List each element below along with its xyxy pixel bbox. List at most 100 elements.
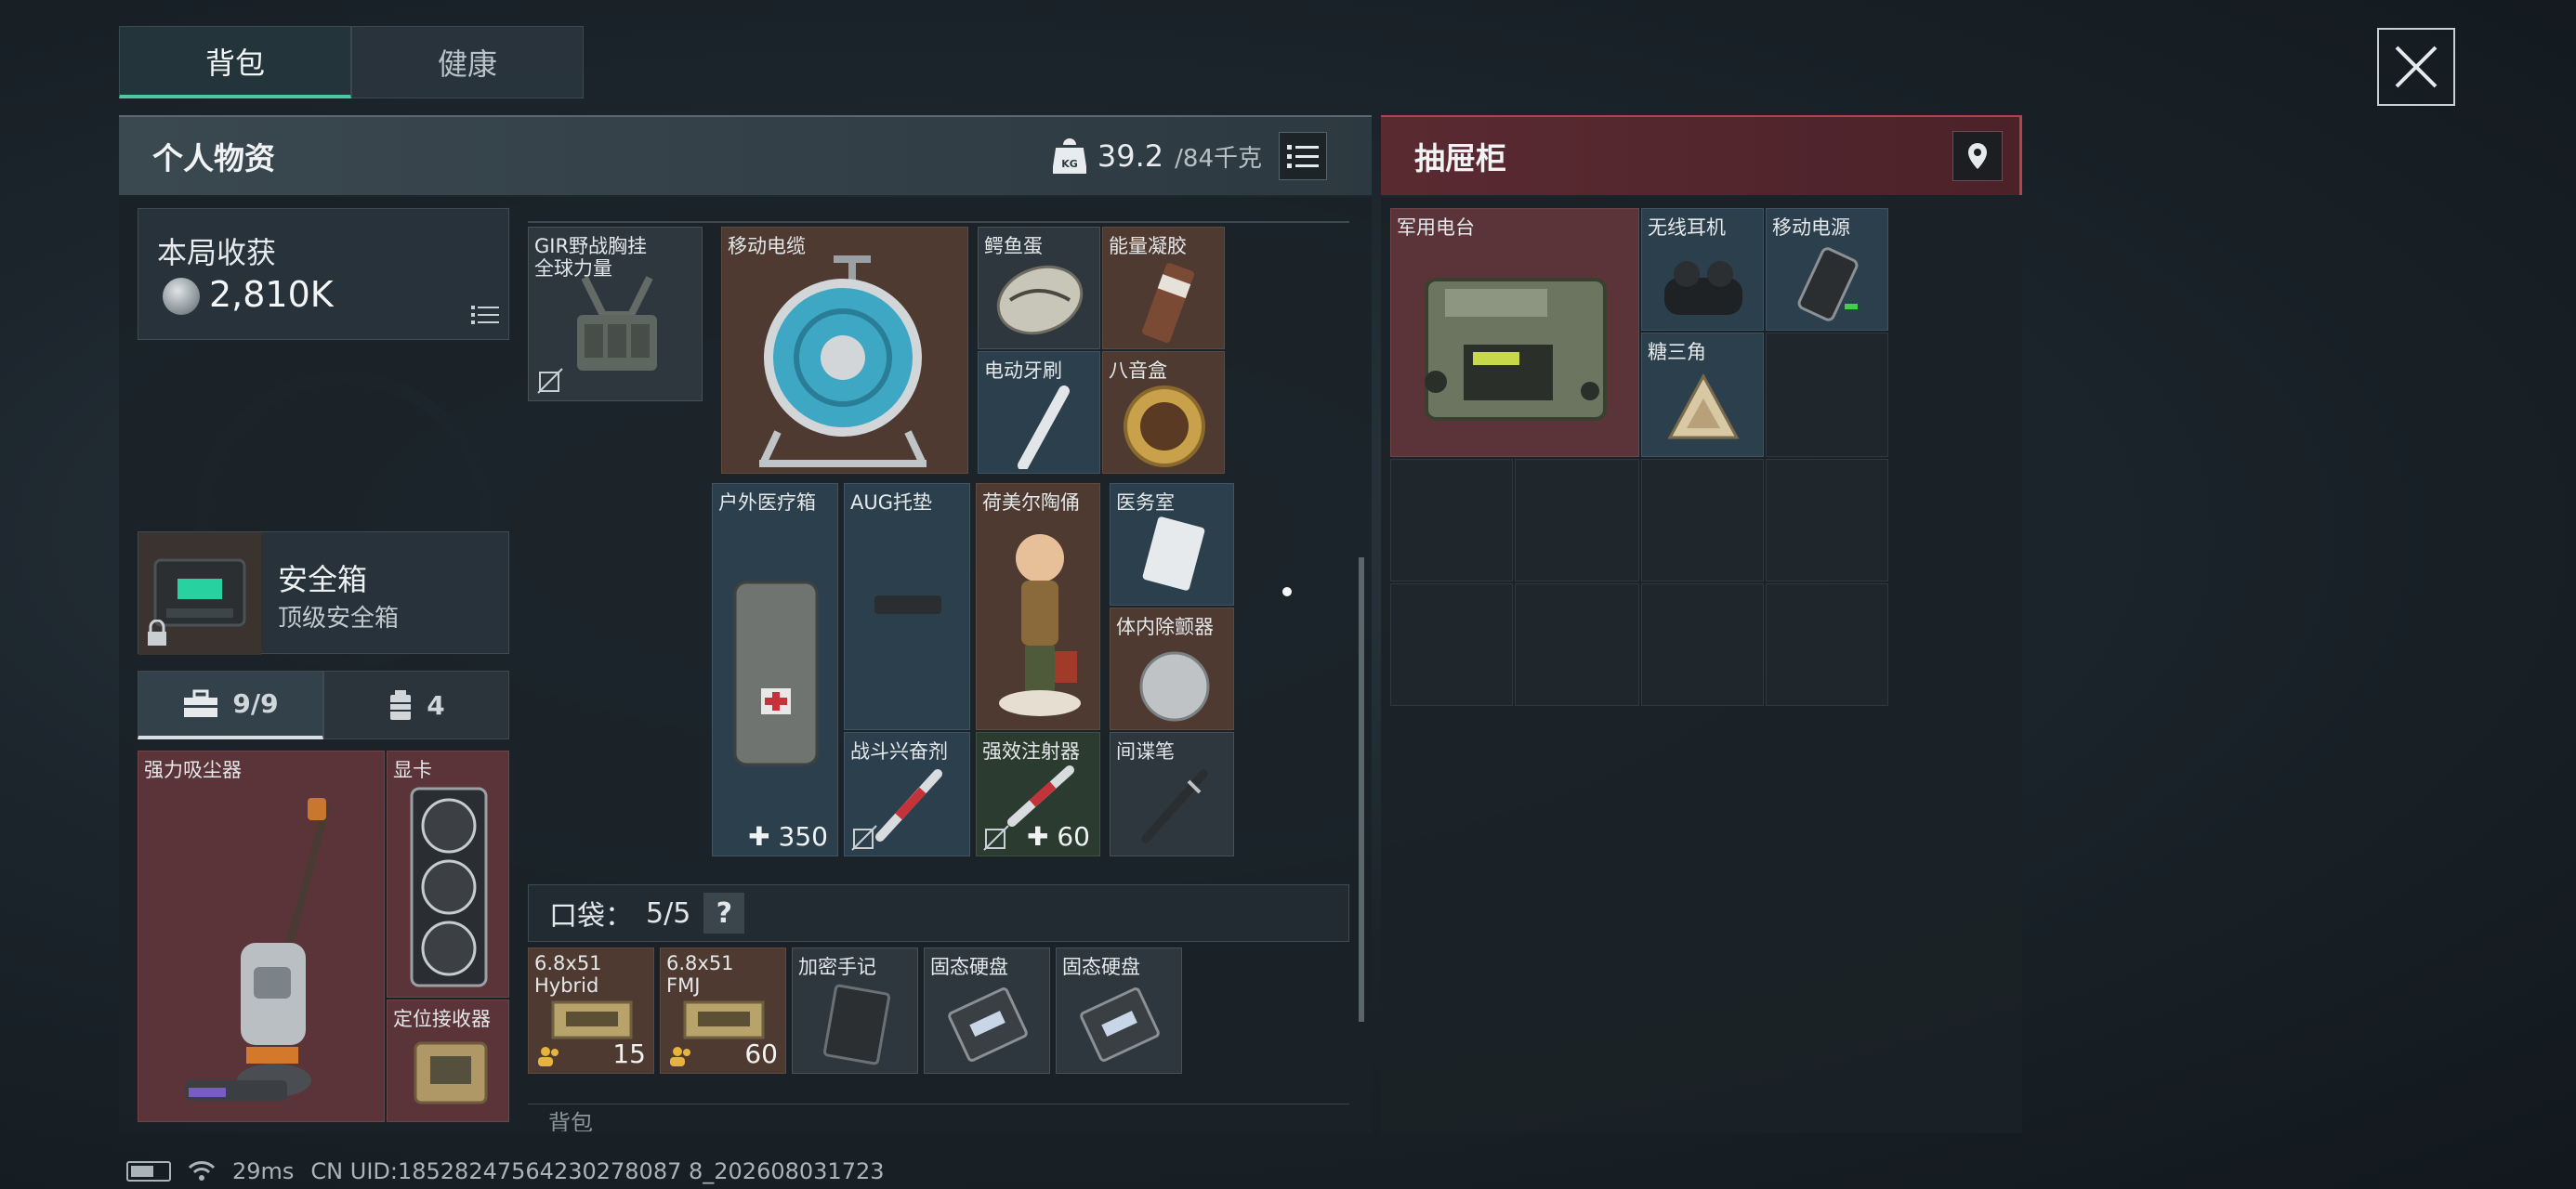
kit-count: 9/9: [232, 688, 279, 719]
uid-text: CN UID:18528247564230278087 8_2026080317…: [310, 1158, 885, 1184]
heal-value: ✚ 350: [748, 821, 828, 852]
item-name: 荷美尔陶俑: [982, 491, 1080, 514]
lock-icon: [148, 620, 166, 646]
item-name: 显卡: [393, 759, 432, 781]
receiver-icon: [414, 1041, 488, 1104]
pocket-item-ammo-fmj[interactable]: 6.8x51 FMJ 60: [660, 947, 786, 1074]
harvest-box[interactable]: 本局收获 2,810K: [138, 208, 509, 340]
pocket-help-button[interactable]: ?: [703, 893, 745, 934]
heal-value: ✚ 60: [1026, 821, 1090, 852]
pocket-item-ssd-2[interactable]: 固态硬盘: [1056, 947, 1182, 1074]
list-icon: [471, 306, 499, 324]
safe-box-slot[interactable]: 安全箱 顶级安全箱: [138, 531, 509, 655]
item-name: 6.8x51: [666, 952, 734, 974]
drawer-empty-slot[interactable]: [1390, 459, 1513, 581]
item-quantity: 15: [612, 1039, 646, 1069]
medkit-icon: [733, 581, 819, 766]
item-graphics-card[interactable]: 显卡: [387, 751, 509, 998]
drawer-item-military-radio[interactable]: 军用电台: [1390, 208, 1639, 457]
sort-list-button[interactable]: [1279, 132, 1327, 180]
heal-amount: 350: [778, 821, 828, 852]
drawer-empty-slot[interactable]: [1641, 583, 1764, 706]
weight-readout: KG 39.2/84千克: [1052, 137, 1262, 175]
team-icon: [538, 1047, 559, 1066]
item-implant-defibrillator[interactable]: 体内除颤器: [1110, 608, 1234, 730]
item-name: 强力吸尘器: [144, 759, 242, 781]
ping-value: 29ms: [232, 1158, 295, 1184]
list-icon: [1287, 145, 1319, 168]
item-music-box[interactable]: 八音盒: [1102, 351, 1225, 474]
svg-text:KG: KG: [1061, 158, 1078, 170]
container-count: 4: [427, 689, 445, 721]
drawer-item-wireless-earbuds[interactable]: 无线耳机: [1641, 208, 1764, 331]
section-divider: [528, 197, 1349, 223]
radio-icon: [1425, 278, 1607, 421]
location-button[interactable]: [1952, 131, 2003, 181]
inventory-scrollbar[interactable]: [1359, 557, 1364, 1022]
item-aug-buttpad[interactable]: AUG托垫: [844, 483, 970, 730]
drawer-empty-slot[interactable]: [1766, 583, 1888, 706]
toolbox-icon: [184, 689, 218, 717]
status-bar: 29ms CN UID:18528247564230278087 8_20260…: [126, 1157, 885, 1185]
item-name: 电动牙刷: [984, 359, 1062, 382]
item-quantity: 60: [744, 1039, 778, 1069]
item-hummel-figurine[interactable]: 荷美尔陶俑: [976, 483, 1100, 730]
item-name: 能量凝胶: [1109, 235, 1187, 257]
item-vacuum-cleaner[interactable]: 强力吸尘器: [138, 751, 385, 1122]
tab-kit[interactable]: 9/9: [138, 671, 323, 739]
tab-containers[interactable]: 4: [323, 671, 509, 739]
pocket-item-ssd-1[interactable]: 固态硬盘: [924, 947, 1050, 1074]
panel-title: 个人物资: [152, 140, 275, 176]
item-name: 间谍笔: [1116, 740, 1175, 763]
pocket-label: 口袋：: [549, 900, 633, 933]
drawer-item-power-bank[interactable]: 移动电源: [1766, 208, 1888, 331]
egg-icon: [996, 265, 1084, 335]
item-combat-stimulant[interactable]: 战斗兴奋剂: [844, 732, 970, 856]
graphics-card-icon: [410, 787, 488, 987]
drawer-item-sugar-triangle[interactable]: 糖三角: [1641, 333, 1764, 457]
drawer-empty-slot[interactable]: [1390, 583, 1513, 706]
item-spy-pen[interactable]: 间谍笔: [1110, 732, 1234, 856]
item-crocodile-egg[interactable]: 鳄鱼蛋: [978, 227, 1100, 349]
item-subtitle: FMJ: [666, 974, 701, 997]
no-insure-icon: [983, 825, 1009, 851]
pen-icon: [1141, 769, 1208, 843]
cursor-dot: [1282, 587, 1292, 596]
weight-value: 39.2: [1097, 138, 1164, 174]
item-name: 八音盒: [1109, 359, 1167, 382]
item-name: 战斗兴奋剂: [850, 740, 948, 763]
close-button[interactable]: [2377, 28, 2455, 106]
tab-health[interactable]: 健康: [351, 26, 584, 98]
close-icon: [2395, 46, 2438, 88]
item-name: 定位接收器: [393, 1008, 491, 1030]
item-outdoor-medkit[interactable]: 户外医疗箱 ✚ 350: [712, 483, 838, 856]
drawer-empty-slot[interactable]: [1641, 459, 1764, 581]
safe-box-type: 顶级安全箱: [278, 605, 400, 633]
drawer-empty-slot[interactable]: [1766, 459, 1888, 581]
battery-icon: [126, 1161, 171, 1182]
harvest-label: 本局收获: [157, 235, 277, 270]
item-energy-gel[interactable]: 能量凝胶: [1102, 227, 1225, 349]
harvest-value: 2,810K: [209, 274, 334, 315]
music-box-icon: [1124, 385, 1205, 467]
energy-gel-icon: [1142, 263, 1194, 343]
ssd-icon: [1080, 987, 1160, 1062]
drawer-empty-slot[interactable]: [1766, 333, 1888, 457]
item-locator-receiver[interactable]: 定位接收器: [387, 1000, 509, 1122]
tab-backpack[interactable]: 背包: [119, 26, 351, 98]
weight-capacity: /84千克: [1175, 144, 1262, 173]
item-clinic-keycard[interactable]: 医务室: [1110, 483, 1234, 606]
item-potent-injector[interactable]: 强效注射器 ✚ 60: [976, 732, 1100, 856]
pocket-item-encrypted-notebook[interactable]: 加密手记: [792, 947, 918, 1074]
syringe-icon: [875, 769, 942, 842]
ammo-box-icon: [551, 1000, 633, 1039]
item-name: 移动电源: [1772, 216, 1850, 239]
pocket-item-ammo-hybrid[interactable]: 6.8x51 Hybrid 15: [528, 947, 654, 1074]
drawer-empty-slot[interactable]: [1515, 583, 1639, 706]
item-cable-reel[interactable]: 移动电缆: [721, 227, 968, 474]
item-chest-rig[interactable]: GIR野战胸挂 全球力量: [528, 227, 703, 401]
chest-rig-icon: [577, 276, 657, 371]
item-electric-toothbrush[interactable]: 电动牙刷: [978, 351, 1100, 474]
drawer-empty-slot[interactable]: [1515, 459, 1639, 581]
weight-icon: KG: [1052, 138, 1086, 174]
